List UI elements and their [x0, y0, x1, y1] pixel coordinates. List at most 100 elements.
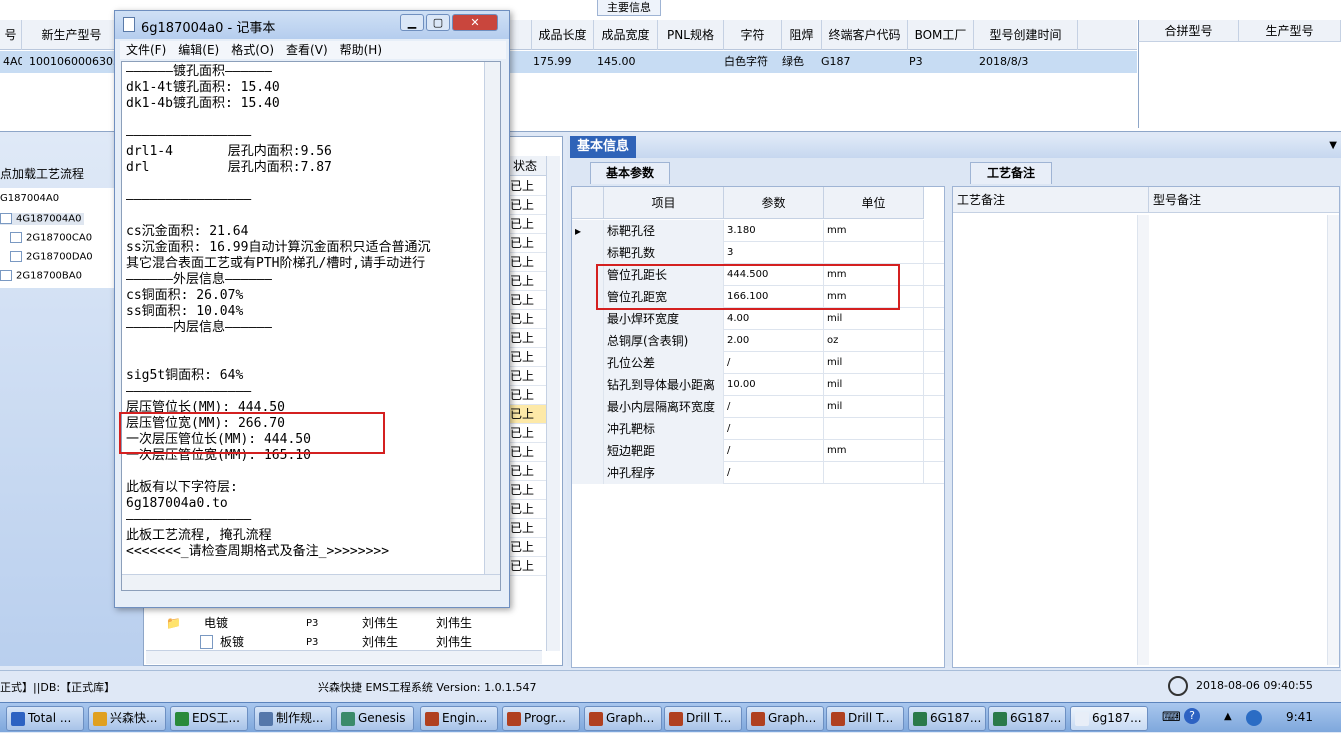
taskbar-item-label: 6G187... [930, 711, 982, 725]
param-unit: mil [824, 352, 924, 374]
help-icon[interactable]: ? [1184, 708, 1200, 724]
param-value: / [724, 418, 824, 440]
table-row[interactable]: 📁 电镀 P3 刘伟生 刘伟生 [150, 614, 510, 633]
taskbar-item[interactable]: Graph... [584, 706, 662, 731]
col-header-process-notes[interactable]: 工艺备注 [953, 187, 1149, 213]
col-header-model-notes[interactable]: 型号备注 [1149, 187, 1339, 213]
param-row[interactable]: 钻孔到导体最小距离 10.00 mil [572, 374, 944, 396]
param-row[interactable]: 标靶孔数 3 [572, 242, 944, 264]
col-header-new-product[interactable]: 新生产型号 [22, 20, 122, 50]
maximize-button[interactable]: ▢ [426, 14, 450, 31]
taskbar-item[interactable]: Drill T... [664, 706, 742, 731]
col-header-status[interactable]: 状态 [510, 156, 546, 176]
status-cell: 已上 [510, 462, 546, 481]
status-cell: 已上 [510, 253, 546, 272]
col-header-production[interactable]: 生产型号 [1239, 20, 1341, 42]
menu-view[interactable]: 查看(V) [280, 41, 334, 59]
status-cell: 已上 [510, 405, 546, 424]
close-button[interactable]: ✕ [452, 14, 498, 31]
taskbar-item[interactable]: Drill T... [826, 706, 904, 731]
menu-file[interactable]: 文件(F) [120, 41, 172, 59]
param-row[interactable]: 孔位公差 / mil [572, 352, 944, 374]
tree-item[interactable]: 4G187004A0 [0, 213, 84, 225]
taskbar-item-label: 制作规... [276, 711, 324, 725]
param-row[interactable]: 最小焊环宽度 4.00 mil [572, 308, 944, 330]
dropdown-icon[interactable]: ▼ [1329, 140, 1337, 151]
tab-main-info[interactable]: 主要信息 [597, 0, 661, 16]
keyboard-icon[interactable]: ⌨ [1162, 710, 1181, 725]
status-cell: 已上 [510, 443, 546, 462]
tray-arrow-icon[interactable]: ▲ [1224, 711, 1232, 722]
taskbar-item[interactable]: EDS工... [170, 706, 248, 731]
col-header-mask[interactable]: 阻焊 [782, 20, 822, 50]
taskbar-item[interactable]: Genesis [336, 706, 414, 731]
param-unit [824, 242, 924, 264]
minimize-button[interactable]: ▁ [400, 14, 424, 31]
col-header-number[interactable]: 号 [0, 20, 22, 50]
param-unit: mm [824, 220, 924, 242]
tree-item[interactable]: 2G18700DA0 [10, 251, 93, 263]
menu-help[interactable]: 帮助(H) [334, 41, 388, 59]
param-row[interactable]: 冲孔靶标 / [572, 418, 944, 440]
status-version: 兴森快捷 EMS工程系统 Version: 1.0.1.547 [318, 681, 537, 694]
param-unit: mm [824, 440, 924, 462]
notepad-vscrollbar[interactable] [484, 62, 500, 574]
param-row[interactable]: 冲孔程序 / [572, 462, 944, 484]
taskbar-item[interactable]: 6g187... [1070, 706, 1148, 731]
tree-item[interactable]: 2G18700CA0 [10, 232, 92, 244]
app-icon [175, 711, 189, 726]
notepad-line: sig5t铜面积: 64% [126, 368, 244, 383]
network-icon[interactable] [1246, 710, 1262, 726]
col-header-width[interactable]: 成品宽度 [594, 20, 658, 50]
taskbar-item[interactable]: Graph... [746, 706, 824, 731]
notes-scrollbar[interactable] [1137, 215, 1149, 665]
menu-edit[interactable]: 编辑(E) [172, 41, 225, 59]
notepad-titlebar[interactable]: 6g187004a0 - 记事本 ▁ ▢ ✕ [115, 11, 509, 39]
notepad-hscrollbar[interactable] [122, 574, 500, 590]
col-header-bom[interactable]: BOM工厂 [908, 20, 974, 50]
col-header-pnl[interactable]: PNL规格 [658, 20, 724, 50]
taskbar-item[interactable]: 制作规... [254, 706, 332, 731]
notepad-line: drl 层孔内面积:7.87 [126, 160, 332, 175]
taskbar-item[interactable]: Engin... [420, 706, 498, 731]
vertical-scrollbar[interactable] [546, 156, 560, 651]
param-row[interactable]: 总铜厚(含表铜) 2.00 oz [572, 330, 944, 352]
taskbar-item[interactable]: 6G187... [988, 706, 1066, 731]
col-header-created[interactable]: 型号创建时间 [974, 20, 1078, 50]
taskbar-item[interactable]: Progr... [502, 706, 580, 731]
notepad-menubar: 文件(F) 编辑(E) 格式(O) 查看(V) 帮助(H) [120, 41, 506, 59]
col-header-length[interactable]: 成品长度 [532, 20, 594, 50]
tree-item[interactable]: G187004A0 [0, 193, 59, 204]
status-db: 正式】||DB:【正式库】 [0, 681, 116, 694]
tab-process-notes[interactable]: 工艺备注 [970, 162, 1052, 184]
notepad-title: 6g187004a0 - 记事本 [141, 21, 276, 36]
highlight-box [596, 264, 900, 310]
tree-item[interactable]: 2G18700BA0 [0, 270, 82, 282]
taskbar-item[interactable]: 兴森快... [88, 706, 166, 731]
col-header-merge[interactable]: 合拼型号 [1139, 20, 1239, 42]
col-header-char[interactable]: 字符 [724, 20, 782, 50]
tab-basic-params[interactable]: 基本参数 [590, 162, 670, 184]
param-row[interactable]: 最小内层隔离环宽度 / mil [572, 396, 944, 418]
notepad-text-area[interactable]: ——————镀孔面积—————— dk1-4t镀孔面积: 15.40 dk1-4b镀… [121, 61, 501, 591]
notes-panel: 工艺备注 型号备注 [952, 186, 1340, 668]
col-header-value[interactable]: 参数 [724, 187, 824, 219]
tab-basic-info[interactable]: 基本信息 [570, 136, 636, 158]
taskbar-item[interactable]: 6G187... [908, 706, 986, 731]
notepad-line: 此板工艺流程, 掩孔流程 [126, 528, 272, 543]
param-row[interactable]: ▸ 标靶孔径 3.180 mm [572, 220, 944, 242]
menu-format[interactable]: 格式(O) [225, 41, 280, 59]
notes-scrollbar[interactable] [1327, 215, 1339, 665]
col-header-item[interactable]: 项目 [604, 187, 724, 219]
notepad-line [126, 176, 482, 192]
col-header-unit[interactable]: 单位 [824, 187, 924, 219]
taskbar-item[interactable]: Total ... [6, 706, 84, 731]
param-row[interactable]: 短边靶距 / mm [572, 440, 944, 462]
app-icon [669, 711, 683, 726]
app-icon [589, 711, 603, 726]
col-header-customer[interactable]: 终端客户代码 [822, 20, 908, 50]
app-icon [11, 711, 25, 726]
taskbar-time[interactable]: 9:41 [1286, 710, 1313, 724]
row-name: 电镀 [204, 616, 229, 630]
horizontal-scrollbar[interactable] [146, 650, 542, 664]
